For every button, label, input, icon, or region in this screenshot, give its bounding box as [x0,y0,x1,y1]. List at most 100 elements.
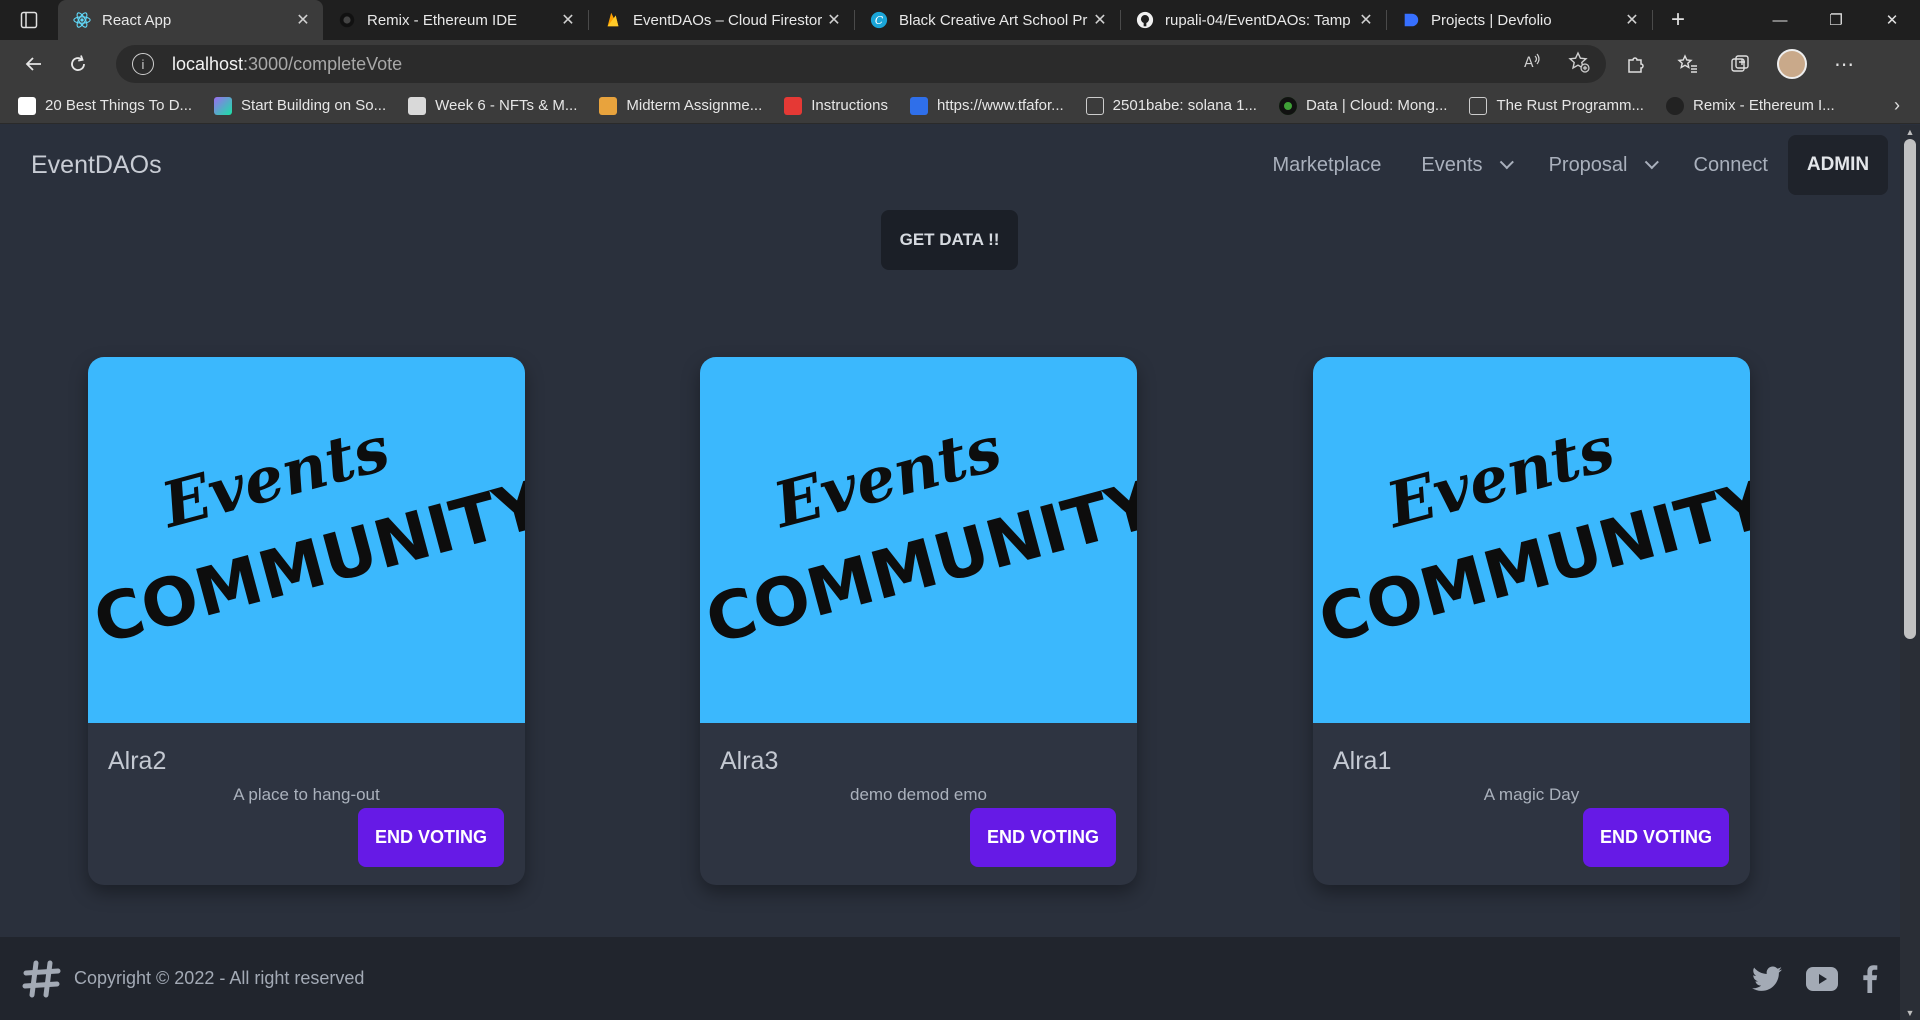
url-actions: A [1522,50,1590,78]
bookmark-item[interactable]: Remix - Ethereum I... [1665,96,1835,115]
url-path: :3000/completeVote [243,53,403,74]
event-name: Alra3 [720,747,779,775]
social-links [1752,964,1878,993]
scroll-up-icon[interactable]: ▲ [1900,127,1920,137]
event-card: Events COMMUNITY Alra3 demo demod emo EN… [700,357,1137,885]
document-icon [1085,96,1104,115]
nav-proposal-dropdown[interactable]: Proposal [1548,153,1659,177]
tab-devfolio[interactable]: Projects | Devfolio ✕ [1387,0,1652,40]
bookmark-label: Midterm Assignme... [626,97,763,114]
tab-react-app[interactable]: React App ✕ [58,0,323,40]
close-icon[interactable]: ✕ [1622,10,1642,30]
devfolio-icon [1401,10,1421,30]
back-arrow-icon[interactable] [12,44,56,84]
bookmark-item[interactable]: Start Building on So... [214,96,386,115]
bookmark-icon [909,96,928,115]
bookmark-item[interactable]: The Rust Programm... [1469,96,1644,115]
event-name: Alra2 [108,747,167,775]
close-icon[interactable]: ✕ [824,10,844,30]
twitter-icon[interactable] [1752,966,1782,992]
read-aloud-icon[interactable]: A [1522,51,1542,78]
bookmark-label: 20 Best Things To D... [45,97,193,114]
scroll-down-icon[interactable]: ▼ [1900,1008,1920,1018]
bookmark-label: Instructions [811,97,888,114]
more-options-icon[interactable]: ⋯ [1824,46,1864,82]
close-icon[interactable]: ✕ [1090,10,1110,30]
end-voting-button[interactable]: END VOTING [358,808,504,867]
end-voting-button[interactable]: END VOTING [970,808,1116,867]
url-host: localhost [172,53,244,74]
bookmarks-bar: 20 Best Things To D... Start Building on… [0,88,1920,124]
add-favorite-icon[interactable] [1568,50,1590,78]
new-tab-icon[interactable]: + [1653,0,1703,40]
scrollbar-thumb[interactable] [1904,139,1916,639]
bookmark-item[interactable]: 20 Best Things To D... [18,96,193,115]
app-viewport: EventDAOs Marketplace Events Proposal Co… [0,125,1900,1020]
tab-title: EventDAOs – Cloud Firestor [633,11,823,29]
restore-icon[interactable]: ❐ [1808,0,1864,40]
refresh-icon[interactable] [56,44,100,84]
admin-button[interactable]: ADMIN [1788,135,1888,195]
site-info-icon[interactable]: i [132,53,154,75]
facebook-icon[interactable] [1862,964,1878,993]
bookmark-label: The Rust Programm... [1496,97,1644,114]
favorites-icon[interactable] [1668,46,1708,82]
nav-label: Connect [1693,153,1769,176]
bookmark-item[interactable]: 2501babe: solana 1... [1085,96,1257,115]
home-icon [599,96,618,115]
bookmark-icon [784,96,803,115]
url-field[interactable]: i localhost:3000/completeVote A [116,45,1606,83]
toolbar-icons: ⋯ [1616,46,1864,82]
end-voting-button[interactable]: END VOTING [1583,808,1729,867]
page-scrollbar[interactable]: ▲ ▼ [1900,125,1920,1020]
bookmark-icon [18,96,36,115]
event-description: A magic Day [1483,785,1580,804]
firebase-icon [603,10,623,30]
bookmark-item[interactable]: Week 6 - NFTs & M... [408,96,578,115]
svg-text:C: C [875,14,884,27]
bookmark-item[interactable]: Data | Cloud: Mong... [1278,96,1447,115]
close-icon[interactable]: ✕ [558,10,578,30]
nav-label: Events [1421,153,1483,176]
profile-avatar[interactable] [1772,46,1812,82]
extensions-icon[interactable] [1616,46,1656,82]
bookmark-item[interactable]: https://www.tfafor... [909,96,1064,115]
tab-actions-icon[interactable] [0,0,58,40]
close-window-icon[interactable]: ✕ [1864,0,1920,40]
chevron-right-icon[interactable]: › [1894,95,1900,116]
remix-icon [337,10,357,30]
nav-connect[interactable]: Connect [1694,154,1769,177]
chevron-down-icon [1499,155,1514,170]
close-icon[interactable]: ✕ [293,10,313,30]
brand-logo[interactable]: EventDAOs [31,151,162,180]
collections-icon[interactable] [1720,46,1760,82]
event-image: Events COMMUNITY [1313,357,1750,723]
get-data-button[interactable]: GET DATA !! [881,210,1018,270]
chevron-down-icon [1644,155,1659,170]
nav-links: Marketplace Events Proposal Connect ADMI… [1232,125,1900,205]
tab-firestore[interactable]: EventDAOs – Cloud Firestor ✕ [589,0,854,40]
tab-remix[interactable]: Remix - Ethereum IDE ✕ [323,0,588,40]
bookmark-label: Week 6 - NFTs & M... [435,97,578,114]
minimize-icon[interactable]: — [1752,0,1808,40]
bookmark-item[interactable]: Midterm Assignme... [599,96,763,115]
tab-canva[interactable]: C Black Creative Art School Pr ✕ [855,0,1120,40]
tab-title: Projects | Devfolio [1431,11,1552,29]
event-description: demo demod emo [849,785,988,804]
bookmark-item[interactable]: Instructions [784,96,888,115]
nav-events-dropdown[interactable]: Events [1421,153,1514,177]
nav-label: Proposal [1548,153,1628,176]
bookmark-icon [408,96,427,115]
close-icon[interactable]: ✕ [1356,10,1376,30]
bookmark-label: 2501babe: solana 1... [1112,97,1257,114]
tab-github[interactable]: rupali-04/EventDAOs: Tamp ✕ [1121,0,1386,40]
nav-marketplace[interactable]: Marketplace [1272,154,1381,177]
react-icon [72,10,92,30]
copyright-text: Copyright © 2022 - All right reserved [74,968,365,988]
tab-title: Remix - Ethereum IDE [367,11,518,29]
event-description: A place to hang-out [233,785,380,804]
youtube-icon[interactable] [1806,966,1838,991]
event-image: Events COMMUNITY [700,357,1137,723]
tab-title: React App [102,11,172,29]
event-name: Alra1 [1333,747,1392,775]
